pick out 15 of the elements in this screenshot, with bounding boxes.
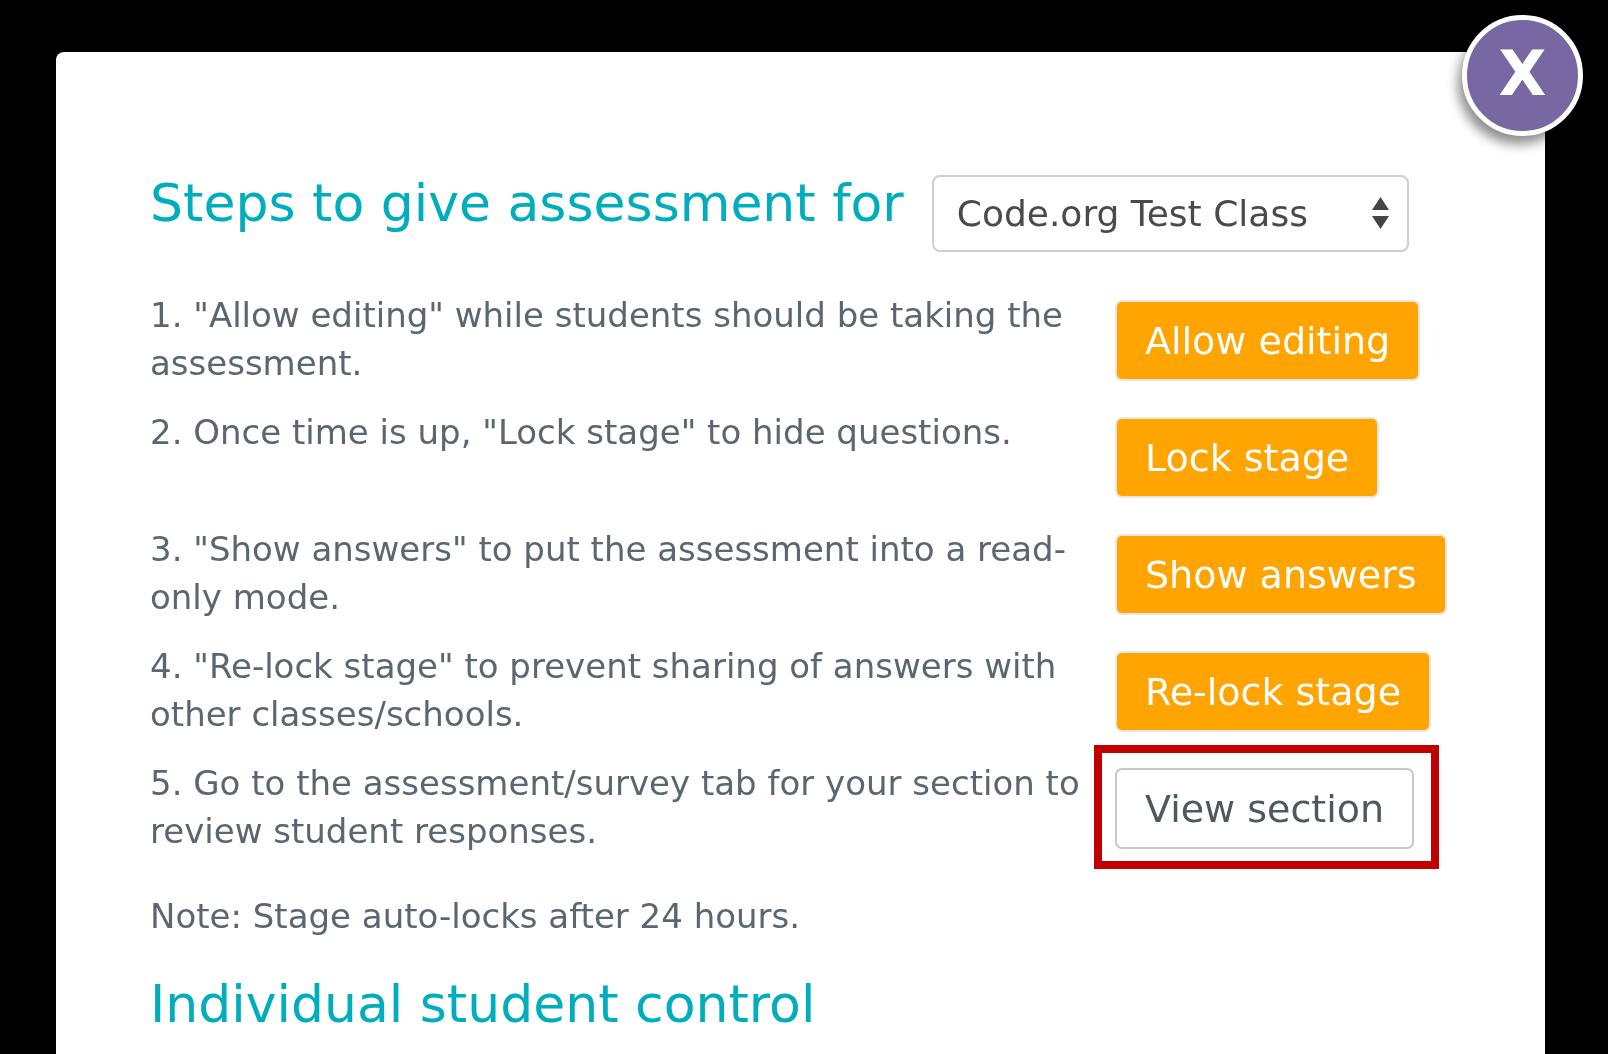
step-text: 5. Go to the assessment/survey tab for your section to review student responses. (150, 762, 1081, 853)
step-button[interactable]: Show answers (1115, 534, 1447, 615)
section-heading: Individual student control (150, 974, 816, 1034)
step-text: 2. Once time is up, "Lock stage" to hide questions. (150, 411, 1013, 454)
step-button[interactable]: View section (1115, 768, 1415, 849)
step-button[interactable]: Lock stage (1115, 417, 1380, 498)
dialog-title: Steps to give assessment for (150, 173, 904, 233)
step-text: 4. "Re-lock stage" to prevent sharing of answers with other classes/schools. (150, 645, 1058, 736)
step-text: 3. "Show answers" to put the assessment into a read-only mode. (150, 528, 1067, 619)
updown-arrows-icon (1371, 197, 1389, 229)
step-button[interactable]: Re-lock stage (1115, 651, 1432, 732)
step-text: 1. "Allow editing" while students should be taking the assessment. (150, 294, 1065, 385)
note-text: Note: Stage auto-locks after 24 hours. (150, 895, 801, 938)
section-select[interactable]: Code.org Test Class (931, 174, 1409, 252)
step-button[interactable]: Allow editing (1115, 300, 1421, 381)
